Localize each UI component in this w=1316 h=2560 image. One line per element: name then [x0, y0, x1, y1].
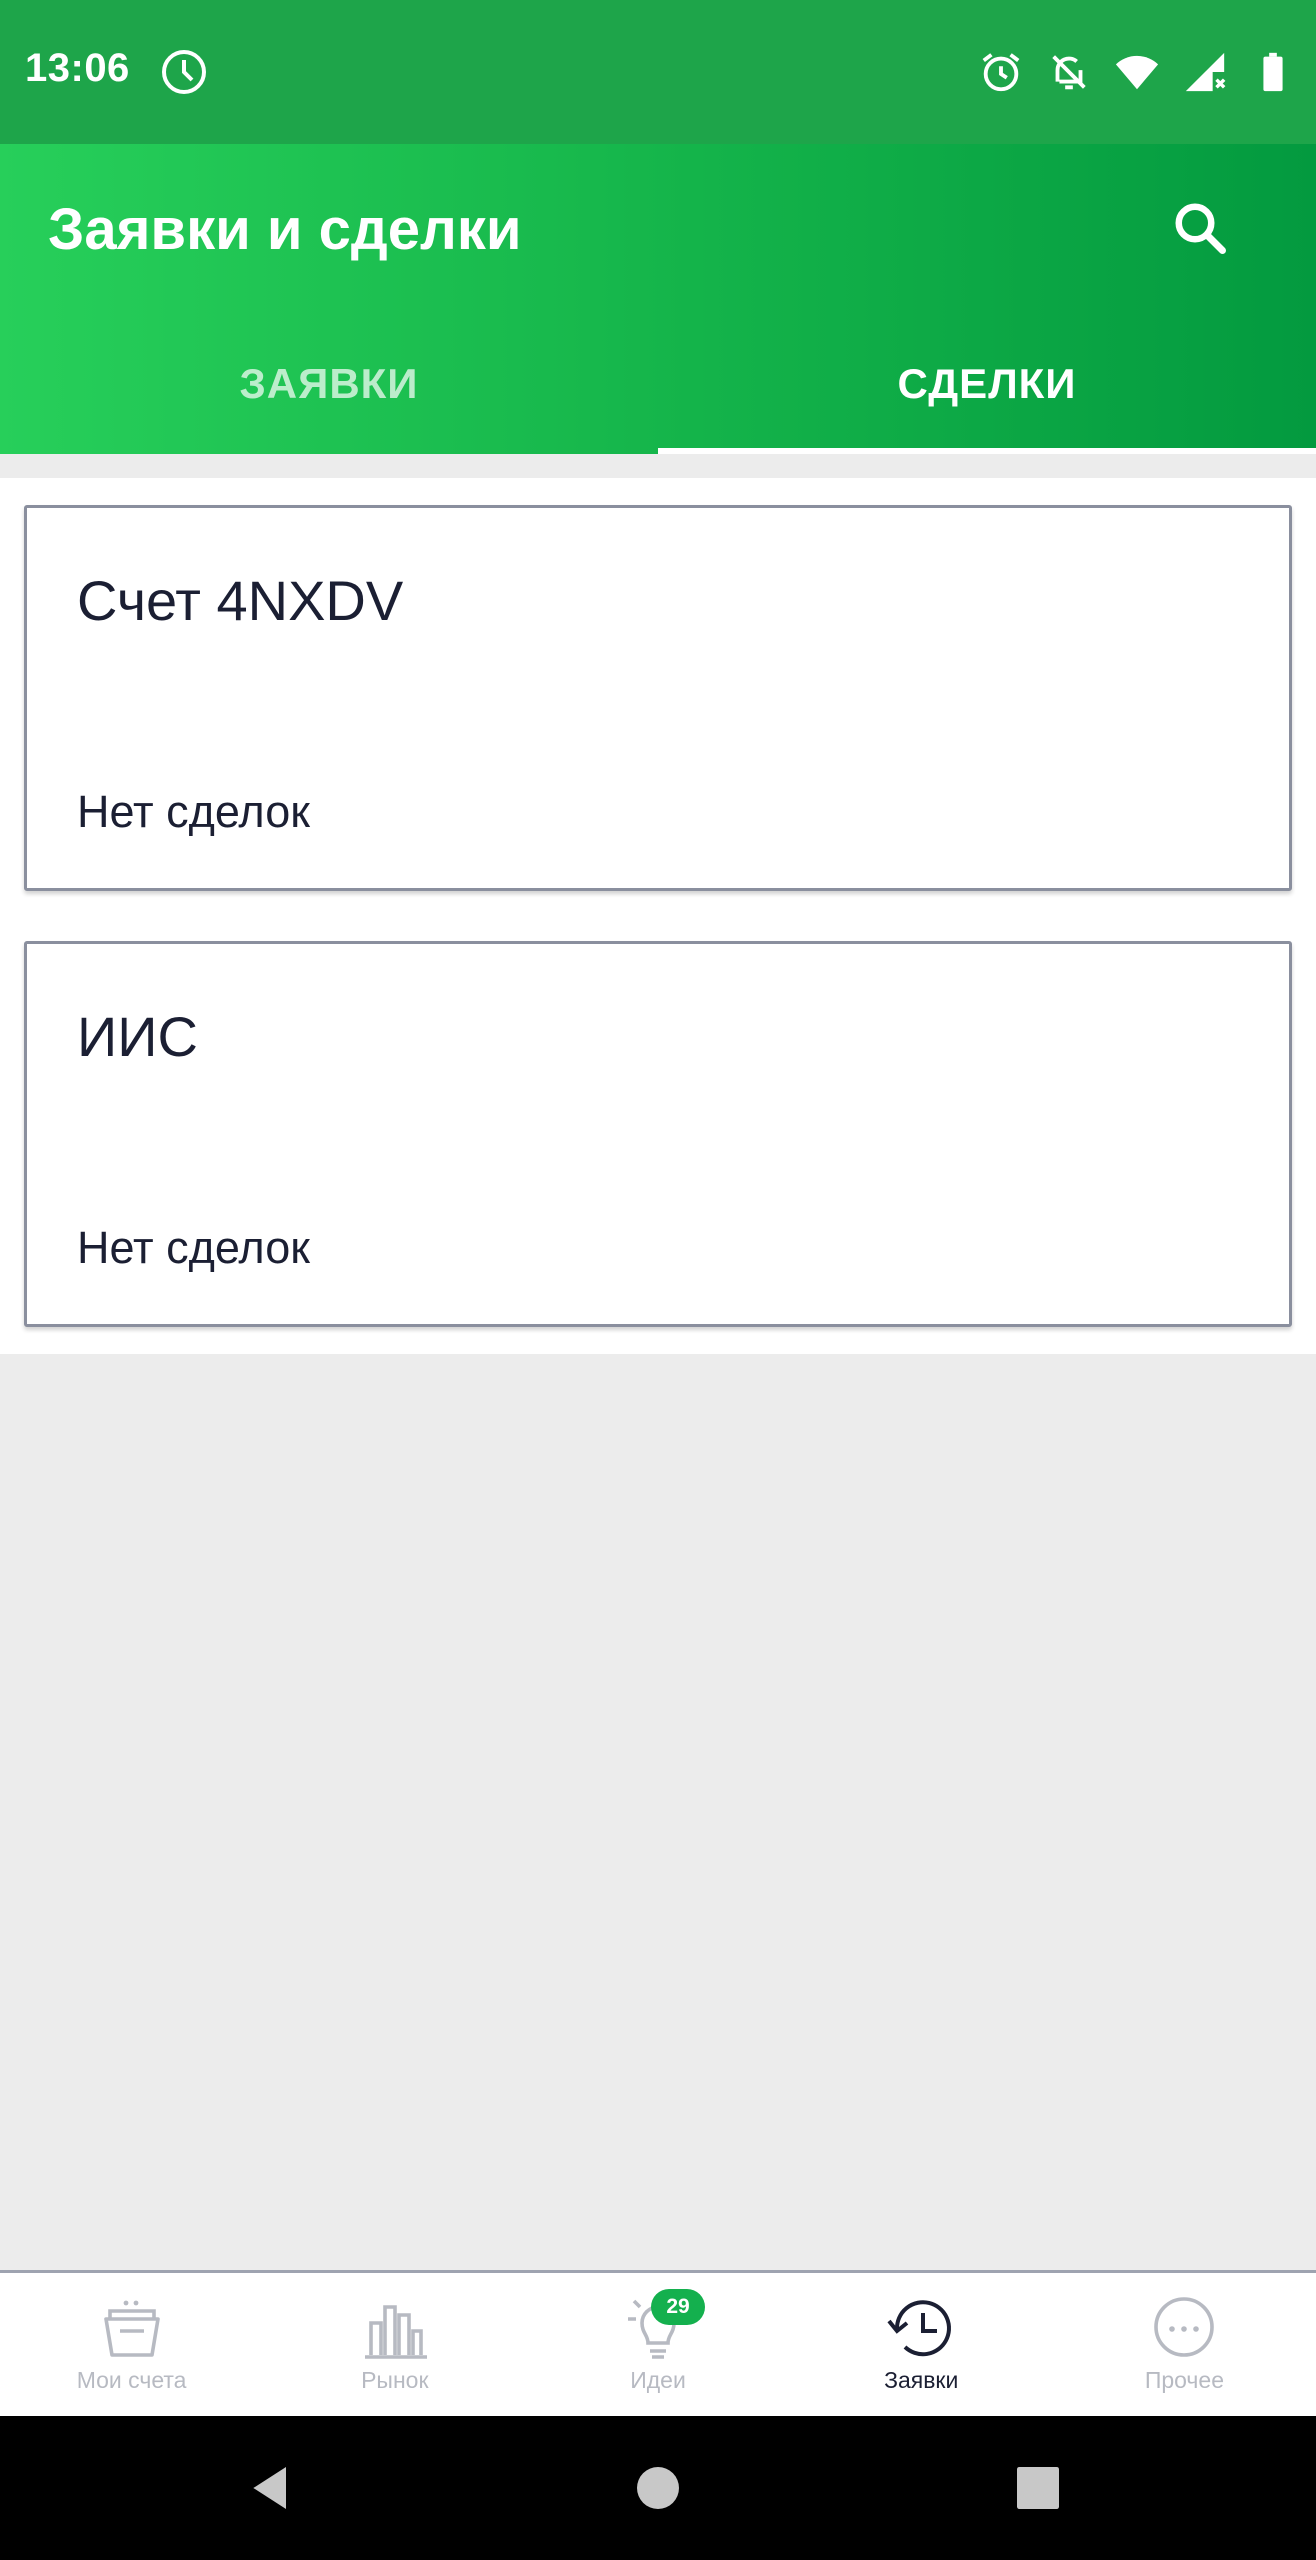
tab-orders[interactable]: ЗАЯВКИ — [0, 314, 658, 454]
back-icon — [253, 2467, 286, 2509]
system-nav-bar — [0, 2416, 1316, 2560]
nav-item-ideas[interactable]: 29 Идеи — [526, 2273, 789, 2416]
home-button[interactable] — [626, 2456, 690, 2520]
recents-button[interactable] — [1006, 2456, 1070, 2520]
app-bar: Заявки и сделки ЗАЯВКИ СДЕЛКИ — [0, 144, 1316, 454]
nav-label: Идеи — [630, 2367, 686, 2393]
status-bar: 13:06 — [0, 0, 1316, 144]
account-card[interactable]: ИИС Нет сделок — [24, 941, 1292, 1327]
alarm-icon — [982, 53, 1020, 92]
status-time: 13:06 — [25, 46, 130, 90]
home-icon — [637, 2467, 679, 2509]
nav-label: Прочее — [1144, 2367, 1224, 2393]
bottom-nav: Мои счета Рынок 29 Идеи Заявки Прочее — [0, 2270, 1316, 2416]
page-title: Заявки и сделки — [48, 197, 522, 262]
nav-item-more[interactable]: Прочее — [1053, 2273, 1316, 2416]
more-icon — [1154, 2297, 1215, 2357]
account-card[interactable]: Счет 4NXDV Нет сделок — [24, 505, 1292, 891]
nav-label: Рынок — [361, 2367, 429, 2393]
account-deals-status: Нет сделок — [77, 1222, 310, 1273]
account-deals-status: Нет сделок — [77, 786, 310, 837]
clock-icon — [162, 50, 206, 94]
market-chart-icon — [364, 2305, 427, 2359]
nav-item-orders[interactable]: Заявки — [790, 2273, 1053, 2416]
notifications-off-icon — [1052, 55, 1086, 90]
deals-list: Счет 4NXDV Нет сделок ИИС Нет сделок — [0, 478, 1316, 1354]
battery-icon — [1263, 52, 1283, 92]
status-icons — [978, 48, 1296, 96]
back-button[interactable] — [240, 2456, 304, 2520]
recents-icon — [1017, 2467, 1059, 2509]
account-title: Счет 4NXDV — [77, 569, 404, 632]
nav-label: Заявки — [884, 2367, 959, 2393]
wifi-icon — [1115, 55, 1159, 90]
search-button[interactable] — [1164, 192, 1236, 264]
wallet-icon — [103, 2300, 160, 2357]
account-title: ИИС — [77, 1005, 198, 1068]
ideas-count-badge: 29 — [651, 2289, 705, 2325]
tab-deals[interactable]: СДЕЛКИ — [658, 314, 1316, 454]
nav-item-accounts[interactable]: Мои счета — [0, 2273, 263, 2416]
nav-label: Мои счета — [76, 2367, 187, 2393]
search-icon — [1175, 203, 1226, 254]
history-clock-icon — [887, 2300, 952, 2357]
nav-item-market[interactable]: Рынок — [263, 2273, 526, 2416]
tab-bar: ЗАЯВКИ СДЕЛКИ — [0, 314, 1316, 454]
signal-icon — [1185, 52, 1226, 92]
